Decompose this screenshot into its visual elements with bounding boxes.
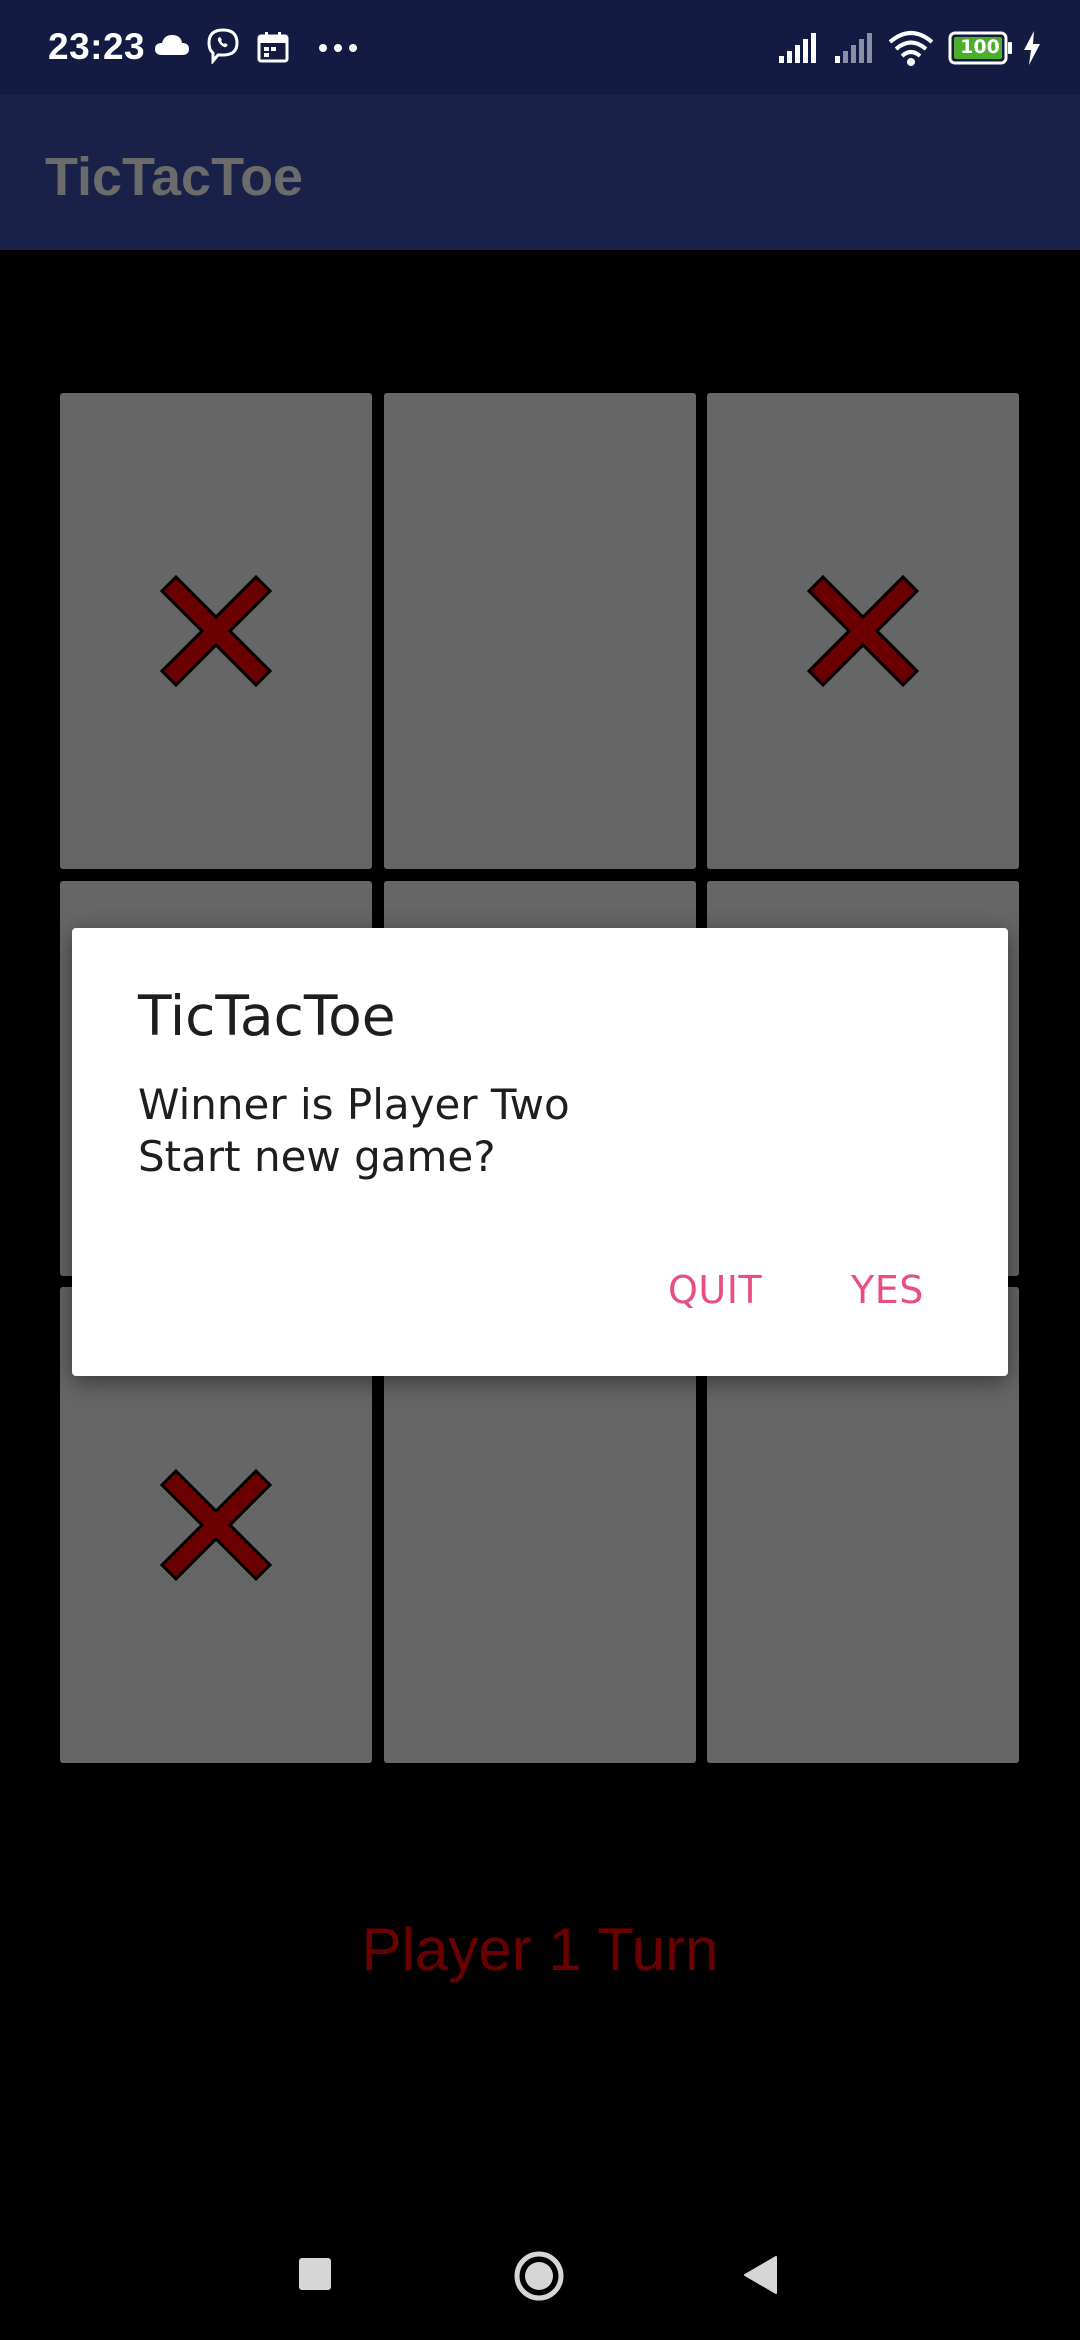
quit-button[interactable]: QUIT: [668, 1268, 762, 1312]
winner-dialog: TicTacToe Winner is Player Two Start new…: [72, 928, 1008, 1376]
dialog-message-winner: Winner is Player Two: [138, 1080, 570, 1129]
yes-button[interactable]: YES: [851, 1268, 924, 1312]
home-circle-icon[interactable]: [513, 2250, 565, 2302]
screen: 23:23 100 TicTacToe Player 1 Turn TicTac…: [0, 0, 1080, 2340]
recents-square-icon[interactable]: [298, 2257, 332, 2291]
dialog-message-prompt: Start new game?: [138, 1132, 496, 1181]
dialog-title: TicTacToe: [138, 984, 396, 1048]
back-triangle-icon[interactable]: [742, 2255, 778, 2295]
